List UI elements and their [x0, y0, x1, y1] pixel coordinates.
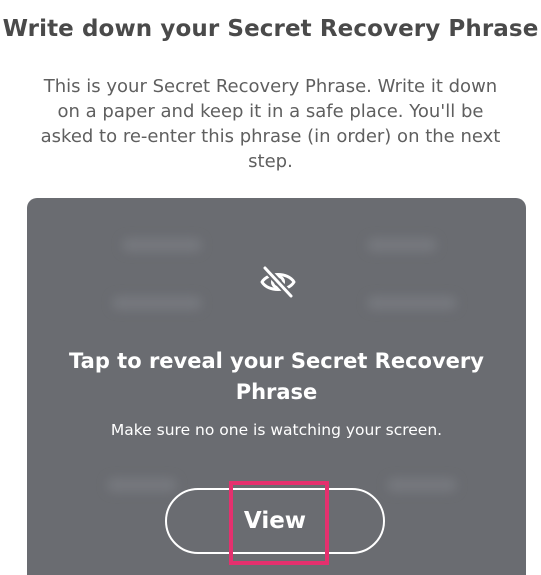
hidden-word [112, 296, 202, 310]
reveal-title: Tap to reveal your Secret Recovery Phras… [69, 349, 484, 404]
hidden-word [367, 296, 457, 310]
view-button[interactable]: View [165, 488, 385, 554]
hidden-word [367, 238, 437, 252]
hidden-word [122, 238, 202, 252]
hidden-word [387, 478, 457, 492]
eye-off-icon [260, 264, 296, 300]
page-description: This is your Secret Recovery Phrase. Wri… [40, 76, 501, 172]
page-title: Write down your Secret Recovery Phrase [2, 16, 539, 42]
secret-recovery-phrase-screen: Write down your Secret Recovery Phrase T… [0, 0, 541, 575]
reveal-subtitle: Make sure no one is watching your screen… [110, 421, 443, 439]
blurred-phrase-card[interactable]: Tap to reveal your Secret Recovery Phras… [27, 198, 526, 575]
view-button-label: View [243, 508, 307, 534]
